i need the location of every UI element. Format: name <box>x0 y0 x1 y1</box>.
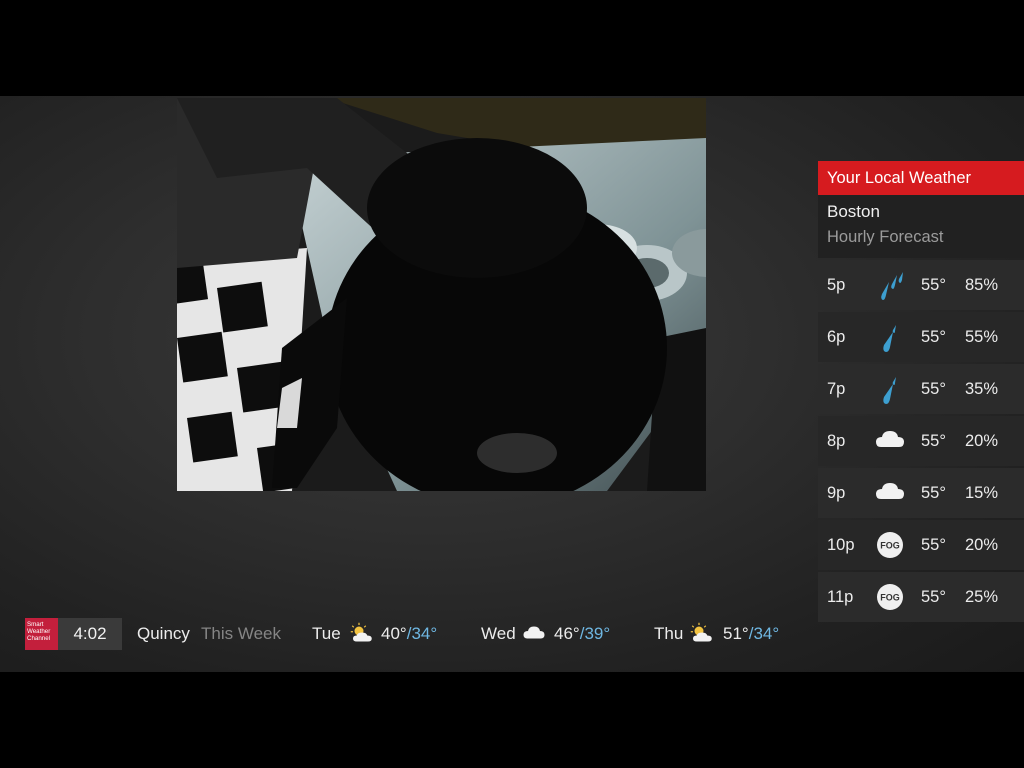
hour-row: 6p 55° 55% <box>818 312 1024 362</box>
hour-precip-chance: 55% <box>965 328 999 346</box>
hourly-forecast-panel: Your Local Weather Boston Hourly Forecas… <box>818 161 1024 622</box>
letterbox-bottom <box>0 672 1024 768</box>
hour-precip-chance: 35% <box>965 380 999 398</box>
day-name: Wed <box>481 624 516 643</box>
hour-temp: 55° <box>921 276 946 294</box>
hour-time: 11p <box>827 588 854 606</box>
hour-temp: 55° <box>921 328 946 346</box>
hour-temp: 55° <box>921 588 946 606</box>
low-temp: 39° <box>584 624 611 643</box>
hour-precip-chance: 15% <box>965 484 999 502</box>
logo-line: Channel <box>27 635 51 642</box>
hour-row: 7p 55° 35% <box>818 364 1024 414</box>
high-temp: 40° <box>381 624 407 643</box>
day-name: Thu <box>654 624 684 643</box>
cloud-icon <box>874 425 906 457</box>
svg-text:FOG: FOG <box>880 593 900 603</box>
hour-temp: 55° <box>921 484 946 502</box>
cloud-icon <box>874 477 906 509</box>
fog-icon: FOG <box>874 581 906 613</box>
low-temp: 34° <box>753 624 780 643</box>
hour-time: 10p <box>827 536 855 554</box>
high-temp: 51° <box>723 624 749 643</box>
high-temp: 46° <box>554 624 580 643</box>
logo-line: Weather <box>27 628 51 635</box>
partly-sunny-icon <box>349 622 375 646</box>
day-temps: 46°/39° <box>554 618 610 650</box>
light-rain-icon <box>874 373 906 405</box>
hour-time: 8p <box>827 432 846 450</box>
video-player[interactable] <box>177 98 706 491</box>
hour-row: 11p FOG 55° 25% <box>818 572 1024 622</box>
hour-time: 9p <box>827 484 846 502</box>
fog-icon: FOG <box>874 529 906 561</box>
hour-row: 8p 55° 20% <box>818 416 1024 466</box>
hour-row: 10p FOG 55° 20% <box>818 520 1024 570</box>
day-temps: 51°/34° <box>723 618 779 650</box>
panel-subtitle: Hourly Forecast <box>827 228 944 246</box>
channel-logo: Smart Weather Channel <box>25 618 58 650</box>
stage: Your Local Weather Boston Hourly Forecas… <box>0 96 1024 672</box>
hour-list: 5p 55° 85% 6p 55° 55% 7p 55° 35% 8p 55° 20% 9p 55° 15%… <box>818 260 1024 622</box>
hour-time: 5p <box>827 276 846 294</box>
hour-time: 6p <box>827 328 846 346</box>
hour-temp: 55° <box>921 380 946 398</box>
video-frame <box>177 98 706 491</box>
hour-temp: 55° <box>921 432 946 450</box>
hour-row: 9p 55° 15% <box>818 468 1024 518</box>
heavy-rain-icon <box>874 269 906 301</box>
hour-precip-chance: 25% <box>965 588 999 606</box>
svg-text:FOG: FOG <box>880 541 900 551</box>
weekly-ticker: Smart Weather Channel 4:02 Quincy This W… <box>0 618 820 650</box>
hour-temp: 55° <box>921 536 946 554</box>
panel-city: Boston <box>827 202 880 221</box>
cloud-icon <box>521 622 547 646</box>
week-label: This Week <box>201 624 281 643</box>
hour-precip-chance: 85% <box>965 276 999 294</box>
hour-precip-chance: 20% <box>965 432 999 450</box>
hour-row: 5p 55° 85% <box>818 260 1024 310</box>
light-rain-icon <box>874 321 906 353</box>
clock: 4:02 <box>58 618 122 650</box>
hour-precip-chance: 20% <box>965 536 999 554</box>
letterbox-top <box>0 0 1024 96</box>
panel-location: Boston Hourly Forecast <box>818 195 1024 258</box>
ticker-city: Quincy <box>137 624 190 643</box>
low-temp: 34° <box>411 624 438 643</box>
hour-time: 7p <box>827 380 846 398</box>
partly-sunny-icon <box>689 622 715 646</box>
panel-header: Your Local Weather <box>818 161 1024 195</box>
logo-line: Smart <box>27 621 44 628</box>
day-temps: 40°/34° <box>381 618 437 650</box>
day-name: Tue <box>312 624 341 643</box>
